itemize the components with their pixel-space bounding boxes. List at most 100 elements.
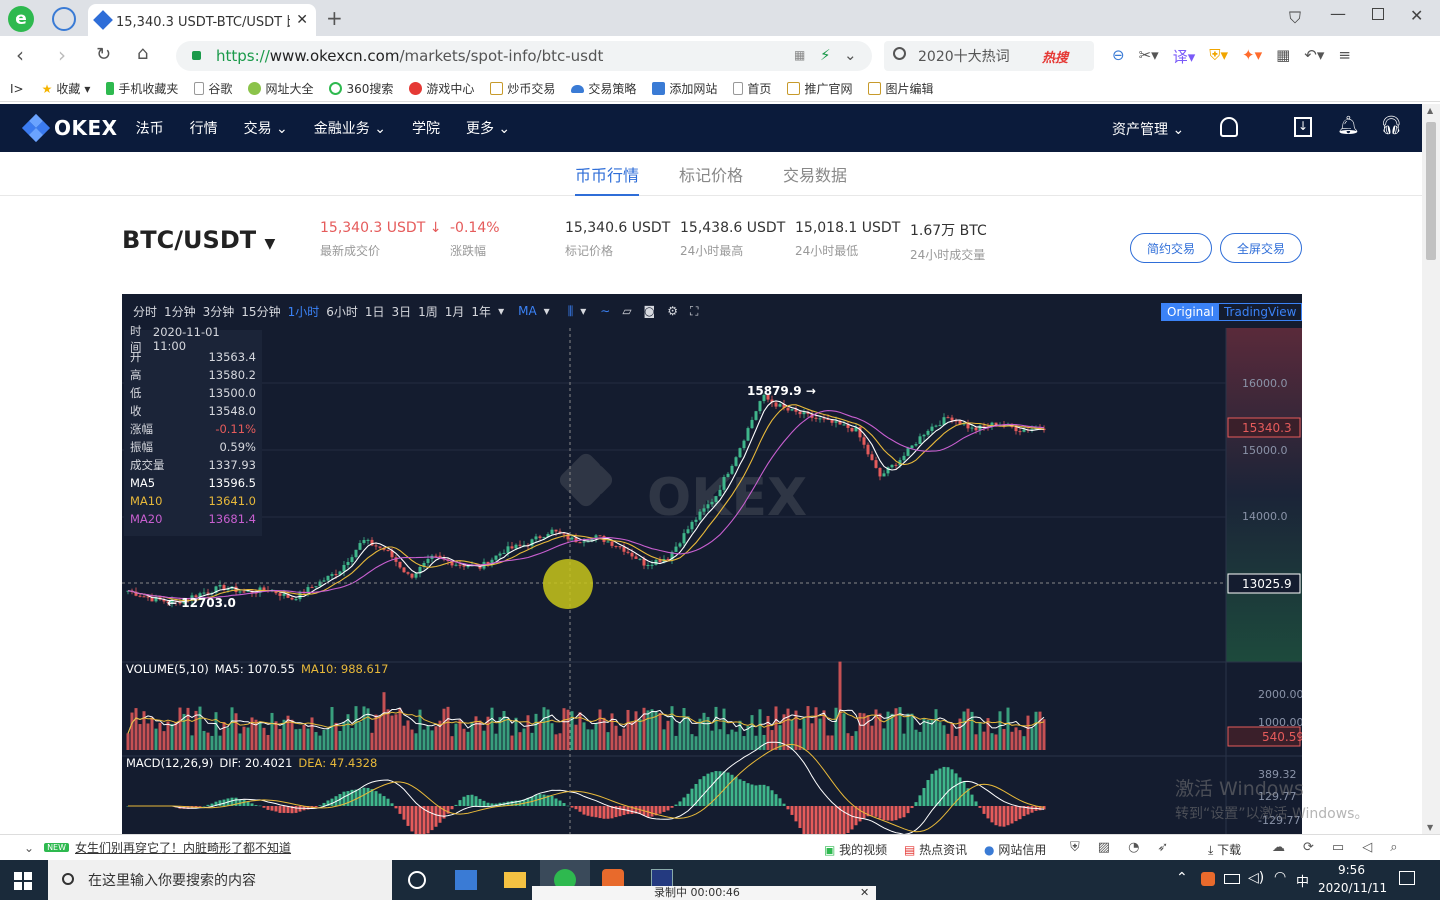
search-input[interactable]: 2020十大热词 热搜 [884,41,1094,71]
bookmark-mobile[interactable]: 手机收藏夹 [106,80,178,97]
window-icon[interactable]: ▭ [1332,840,1344,855]
sync-icon[interactable]: ⟳ [1303,840,1314,855]
news-link[interactable]: 女生们别再穿它了！内脏畸形了都不知道 [75,839,291,856]
translate-icon[interactable]: 译▾ [1173,46,1196,67]
user-icon[interactable] [1220,117,1238,137]
nav-finance[interactable]: 金融业务 ⌄ [314,118,386,138]
bookmark-google[interactable]: 谷歌 [194,80,232,97]
tab-spot-market[interactable]: 币币行情 [574,162,639,196]
bookmark-add-site[interactable]: 添加网站 [652,80,717,97]
ad-block-icon[interactable]: ⊖ [1112,46,1125,67]
bookmark-games[interactable]: 游戏中心 [409,80,474,97]
macd-histogram-bar [410,806,414,832]
trading-pair-selector[interactable]: BTC/USDT ▼ [122,226,275,254]
volume-bar [634,711,638,750]
status-site-credit[interactable]: ● 网站信用 [984,841,1046,858]
okex-logo[interactable]: OKEX [21,113,118,143]
bookmark-360[interactable]: 360搜索 [329,80,393,97]
status-my-video[interactable]: ▣ 我的视频 [824,841,887,858]
apps-icon[interactable]: ▦ [1276,46,1290,67]
macd-histogram-bar [734,776,738,806]
refresh-icon[interactable]: ↻ [96,44,111,65]
shield-icon[interactable]: ⛨▾ [1209,46,1228,67]
minimize-button[interactable]: — [1330,4,1346,23]
status-hot-news[interactable]: ▤ 热点资讯 [904,841,967,858]
tab-okex[interactable]: 15,340.3 USDT-BTC/USDT 比 ✕ [88,4,316,36]
tray-app-icon[interactable] [1201,872,1215,886]
tab-mark-price[interactable]: 标记价格 [679,162,743,195]
navigate-icon[interactable] [52,7,76,31]
nav-more[interactable]: 更多 ⌄ [466,118,510,138]
volume-bar [850,735,854,750]
simple-trade-button[interactable]: 简约交易 [1130,233,1212,263]
game-icon[interactable]: ✦▾ [1242,46,1262,67]
scissors-icon[interactable]: ✂▾ [1139,46,1159,67]
shirt-icon[interactable]: ⛉ [1289,8,1301,28]
ime-indicator[interactable]: 中 [1296,871,1309,890]
bookmark-image-edit[interactable]: 图片编辑 [868,80,933,97]
close-window-button[interactable]: ✕ [1410,6,1423,25]
home-icon[interactable]: ⌂ [137,43,148,64]
clock-time[interactable]: 9:56 [1338,863,1365,877]
menu-icon[interactable]: ≡ [1338,46,1351,67]
cortana-icon[interactable] [408,871,426,889]
bookmark-home[interactable]: 首页 [733,80,771,97]
chevron-down-icon[interactable]: ⌄ [24,841,34,855]
asset-management-menu[interactable]: 资产管理 ⌄ [1112,119,1184,139]
shield-check-icon[interactable]: ⛨ [1070,840,1080,855]
hot-search-badge[interactable]: 热搜 [1042,47,1068,66]
windows-start-icon[interactable] [14,872,32,890]
bookmark-trade[interactable]: 炒币交易 [490,80,555,97]
scroll-thumb[interactable] [1426,122,1436,260]
bookmark-strategy[interactable]: 交易策略 [571,80,636,97]
tab-trade-data[interactable]: 交易数据 [783,162,847,195]
headset-icon[interactable]: 🎧︎ [1380,115,1403,136]
bookmark-promo[interactable]: 推广官网 [787,80,852,97]
wifi-icon[interactable]: ◠ [1274,869,1286,885]
address-bar[interactable]: https://www.okexcn.com/markets/spot-info… [176,41,872,71]
notification-icon[interactable] [1399,871,1415,885]
qr-icon[interactable]: ▦ [794,48,805,62]
zoom-icon[interactable]: ⌕ [1390,840,1397,855]
rocket-icon[interactable]: ➶ [1157,840,1168,855]
taskbar-search-input[interactable]: 在这里输入你要搜索的内容 [48,860,392,900]
tray-up-icon[interactable]: ⌃ [1176,870,1188,886]
store-icon[interactable] [455,870,477,890]
back-icon[interactable]: ‹ [16,43,24,67]
volume-icon[interactable]: ◁ [1362,840,1372,855]
file-explorer-icon[interactable] [504,872,526,888]
close-tab-icon[interactable]: ✕ [296,12,308,28]
bookmark-hao[interactable]: 网址大全 [248,80,313,97]
nav-trade[interactable]: 交易 ⌄ [244,118,288,138]
undo-icon[interactable]: ↶▾ [1304,46,1324,67]
bell-icon[interactable]: 🔔︎ [1337,115,1360,136]
forward-icon[interactable]: › [58,43,66,67]
chevron-down-icon[interactable]: ⌄ [844,46,857,64]
close-recording-icon[interactable]: ✕ [860,886,869,900]
full-trade-button[interactable]: 全屏交易 [1220,233,1302,263]
maximize-button[interactable] [1372,8,1384,20]
macd-histogram-bar [790,806,794,815]
download-icon[interactable]: ↓ [1294,117,1312,137]
kline-chart[interactable]: 分时 1分钟 3分钟 15分钟 1小时 6小时 1日 3日 1周 1月 1年 ▾… [122,294,1302,834]
candle-body [334,574,338,576]
clock-date[interactable]: 2020/11/11 [1318,881,1387,895]
browser-logo-icon[interactable]: e [8,6,34,32]
sidebar-toggle-icon[interactable]: I> [10,82,24,96]
image-icon[interactable]: ▨ [1098,840,1110,855]
bookmark-favorites[interactable]: ★ 收藏 ▾ [42,80,91,97]
speed-icon[interactable]: ◔ [1128,840,1139,855]
nav-markets[interactable]: 行情 [190,118,218,138]
nav-fiat[interactable]: 法币 [136,118,164,138]
page-scrollbar[interactable]: ▲ ▼ [1422,104,1440,834]
macd-histogram-bar [598,806,602,819]
lightning-icon[interactable]: ⚡ [820,46,831,64]
speaker-icon[interactable]: ◁) [1248,870,1264,886]
status-download[interactable]: ⤓ 下载 [1208,841,1241,858]
nav-academy[interactable]: 学院 [412,118,440,138]
new-tab-button[interactable]: + [326,6,343,30]
cloud-icon[interactable]: ☁ [1272,840,1285,855]
battery-icon[interactable] [1224,874,1240,884]
scroll-down-icon[interactable]: ▼ [1427,823,1433,832]
scroll-up-icon[interactable]: ▲ [1427,106,1433,115]
